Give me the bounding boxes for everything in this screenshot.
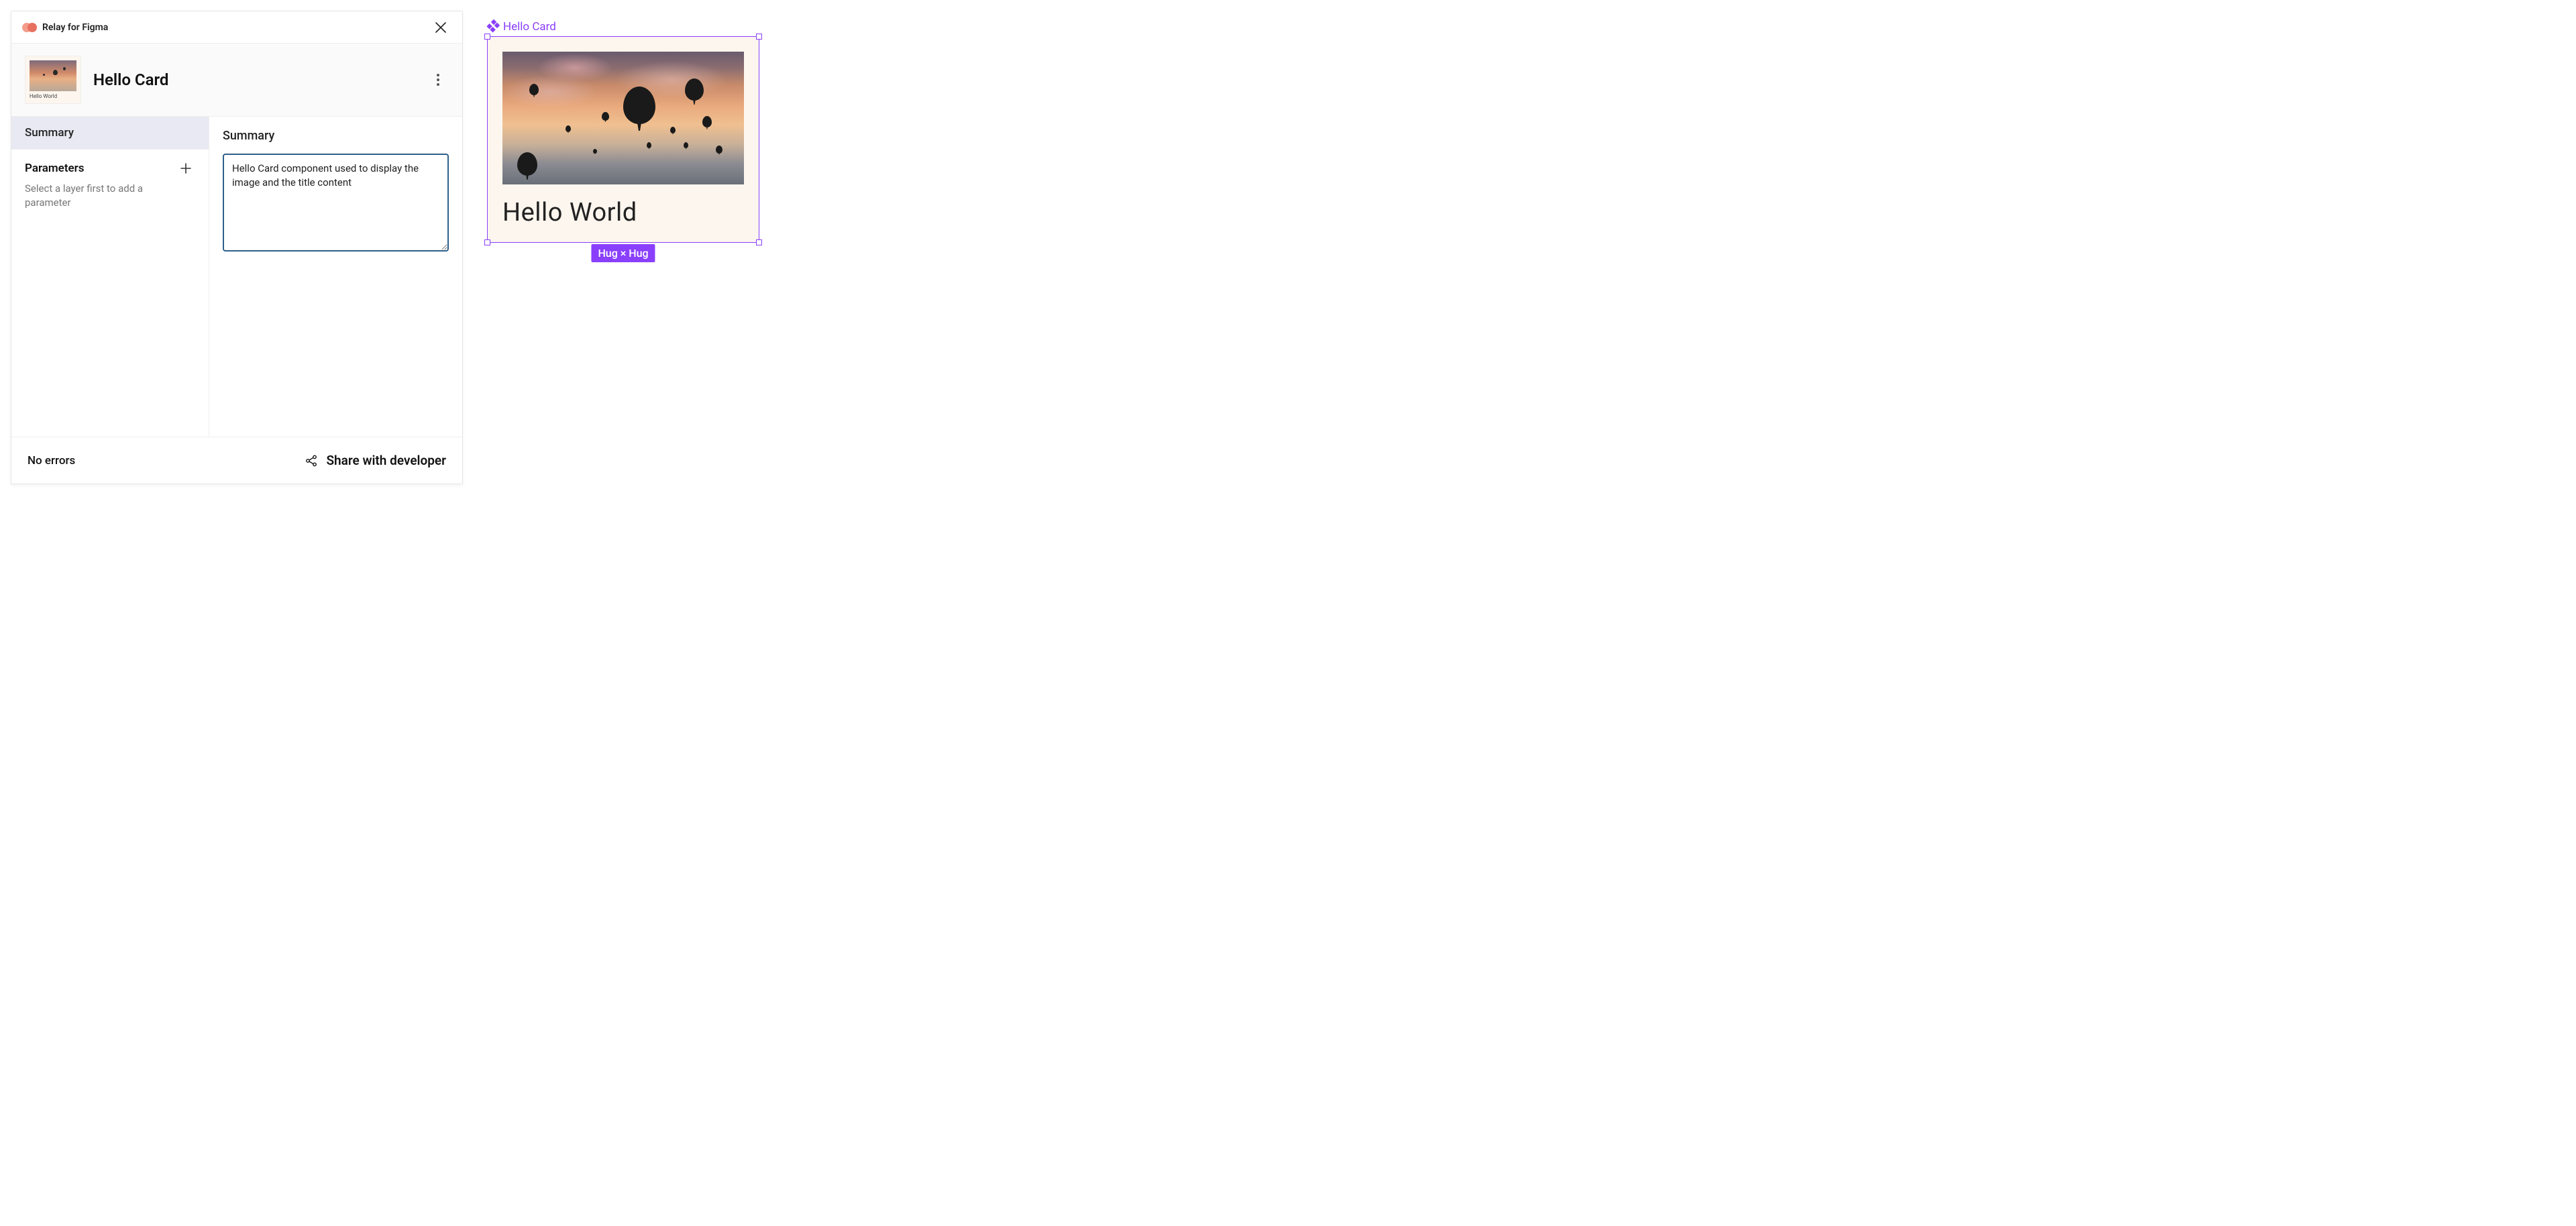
more-menu-button[interactable] [427, 69, 449, 91]
component-label-text: Hello Card [503, 20, 556, 34]
parameters-header: Parameters [25, 159, 195, 178]
share-with-developer-button[interactable]: Share with developer [305, 453, 446, 468]
vertical-dots-icon [437, 74, 439, 86]
sidebar: Summary Parameters Select a layer first … [11, 117, 209, 437]
share-icon [305, 454, 318, 467]
section-heading: Summary [223, 129, 449, 143]
component-label[interactable]: Hello Card [488, 20, 759, 34]
hello-card: Hello World [488, 37, 759, 242]
size-badge: Hug × Hug [591, 244, 655, 262]
main-content: Summary [209, 117, 462, 437]
panel-body: Summary Parameters Select a layer first … [11, 117, 462, 437]
figma-canvas-preview: Hello Card Hello World Hug × [487, 20, 759, 243]
close-button[interactable] [430, 17, 451, 38]
resize-handle-top-left[interactable] [484, 34, 490, 40]
share-label: Share with developer [326, 453, 446, 468]
thumbnail-image [30, 60, 76, 91]
component-icon [486, 19, 502, 35]
parameters-title: Parameters [25, 162, 85, 175]
card-title: Hello World [502, 198, 744, 227]
thumbnail-caption: Hello World [30, 93, 76, 99]
summary-input[interactable] [223, 154, 449, 252]
component-thumbnail: Hello World [25, 56, 81, 104]
component-row: Hello World Hello Card [11, 44, 462, 117]
panel-header: Relay for Figma [11, 11, 462, 44]
component-left: Hello World Hello Card [25, 56, 168, 104]
relay-plugin-panel: Relay for Figma Hello World Hello Card S… [11, 11, 463, 484]
plus-icon [180, 162, 192, 174]
resize-handle-top-right[interactable] [756, 34, 762, 40]
relay-logo-icon [22, 22, 37, 33]
parameters-section: Parameters Select a layer first to add a… [11, 150, 209, 219]
resize-handle-bottom-left[interactable] [484, 239, 490, 245]
status-text: No errors [28, 454, 75, 467]
close-icon [435, 21, 447, 34]
panel-header-left: Relay for Figma [22, 22, 108, 33]
tab-summary[interactable]: Summary [11, 117, 209, 150]
card-image [502, 52, 744, 184]
parameters-hint: Select a layer first to add a parameter [25, 182, 159, 210]
resize-handle-bottom-right[interactable] [756, 239, 762, 245]
component-name: Hello Card [93, 70, 168, 89]
selection-box[interactable]: Hello World Hug × Hug [487, 36, 759, 243]
plugin-title: Relay for Figma [42, 22, 108, 33]
panel-footer: No errors Share with developer [11, 437, 462, 484]
add-parameter-button[interactable] [176, 159, 195, 178]
